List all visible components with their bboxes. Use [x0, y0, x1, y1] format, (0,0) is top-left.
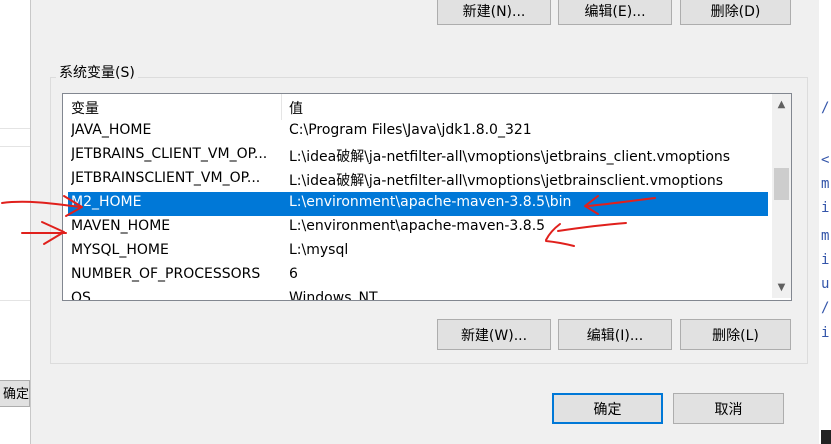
- variable-name: MAVEN_HOME: [71, 218, 171, 234]
- column-header-value[interactable]: 值: [289, 98, 303, 118]
- scrollbar-thumb[interactable]: [774, 168, 789, 200]
- background-window-left: 确定: [0, 0, 30, 444]
- variable-name: JAVA_HOME: [71, 122, 152, 138]
- variable-value: C:\Program Files\Java\jdk1.8.0_321: [289, 122, 532, 138]
- variable-name: MYSQL_HOME: [71, 242, 169, 258]
- table-row[interactable]: MYSQL_HOME L:\mysql: [68, 240, 768, 264]
- table-row[interactable]: OS Windows_NT: [68, 288, 768, 301]
- system-variables-label: 系统变量(S): [56, 62, 138, 82]
- variable-value: Windows_NT: [289, 290, 378, 301]
- divider: [0, 146, 30, 147]
- editor-fragment: i: [821, 200, 830, 216]
- environment-variables-dialog: 新建(N)... 编辑(E)... 删除(D) 系统变量(S) 变量 值 JAV…: [30, 0, 820, 444]
- table-row[interactable]: M2_HOME L:\environment\apache-maven-3.8.5…: [68, 192, 768, 216]
- column-divider[interactable]: [281, 94, 282, 120]
- column-header-name[interactable]: 变量: [71, 98, 99, 118]
- system-edit-button[interactable]: 编辑(I)...: [558, 319, 672, 350]
- editor-fragment: /: [821, 100, 830, 116]
- system-variables-list[interactable]: 变量 值 JAVA_HOME C:\Program Files\Java\jdk1…: [62, 93, 792, 301]
- ok-button[interactable]: 确定: [552, 393, 663, 424]
- variable-name: OS: [71, 290, 91, 301]
- system-delete-button[interactable]: 删除(L): [680, 319, 791, 350]
- editor-block: [821, 430, 831, 444]
- variable-name: NUMBER_OF_PROCESSORS: [71, 266, 261, 282]
- editor-fragment: m: [821, 228, 830, 244]
- user-edit-button[interactable]: 编辑(E)...: [558, 0, 672, 25]
- system-new-button[interactable]: 新建(W)...: [437, 319, 551, 350]
- variable-value: L:\mysql: [289, 242, 349, 258]
- editor-fragment: m: [821, 176, 830, 192]
- table-row[interactable]: JAVA_HOME C:\Program Files\Java\jdk1.8.0_…: [68, 120, 768, 144]
- editor-fragment: i: [821, 325, 830, 341]
- cancel-button[interactable]: 取消: [673, 393, 784, 424]
- variable-value: L:\idea破解\ja-netfilter-all\vmoptions\jet…: [289, 149, 731, 165]
- table-row[interactable]: MAVEN_HOME L:\environment\apache-maven-3.…: [68, 216, 768, 240]
- user-delete-button[interactable]: 删除(D): [680, 0, 791, 25]
- vertical-scrollbar[interactable]: ▲ ▼: [772, 94, 791, 298]
- table-row[interactable]: JETBRAINSCLIENT_VM_OP... L:\idea破解\ja-net…: [68, 168, 768, 192]
- variable-name: M2_HOME: [71, 194, 142, 210]
- variable-value: L:\environment\apache-maven-3.8.5\bin: [289, 194, 572, 210]
- editor-fragment: /: [821, 300, 830, 316]
- variable-name: JETBRAINS_CLIENT_VM_OP...: [71, 146, 268, 162]
- divider: [0, 128, 30, 129]
- background-editor-right: / < m i m i u / i: [819, 0, 831, 444]
- table-row[interactable]: NUMBER_OF_PROCESSORS 6: [68, 264, 768, 288]
- editor-fragment: i: [821, 252, 830, 268]
- scroll-down-icon[interactable]: ▼: [772, 279, 791, 296]
- editor-fragment: <: [821, 152, 830, 168]
- user-new-button[interactable]: 新建(N)...: [437, 0, 551, 25]
- divider: [0, 300, 30, 301]
- variable-value: L:\environment\apache-maven-3.8.5: [289, 218, 546, 234]
- list-header: 变量 值: [63, 94, 771, 120]
- scroll-up-icon[interactable]: ▲: [772, 96, 791, 113]
- table-row[interactable]: JETBRAINS_CLIENT_VM_OP... L:\idea破解\ja-ne…: [68, 144, 768, 168]
- variable-value: L:\idea破解\ja-netfilter-all\vmoptions\jet…: [289, 173, 724, 189]
- variable-name: JETBRAINSCLIENT_VM_OP...: [71, 170, 261, 186]
- background-ok-button[interactable]: 确定: [0, 380, 30, 407]
- variable-value: 6: [289, 266, 298, 282]
- editor-fragment: u: [821, 276, 830, 292]
